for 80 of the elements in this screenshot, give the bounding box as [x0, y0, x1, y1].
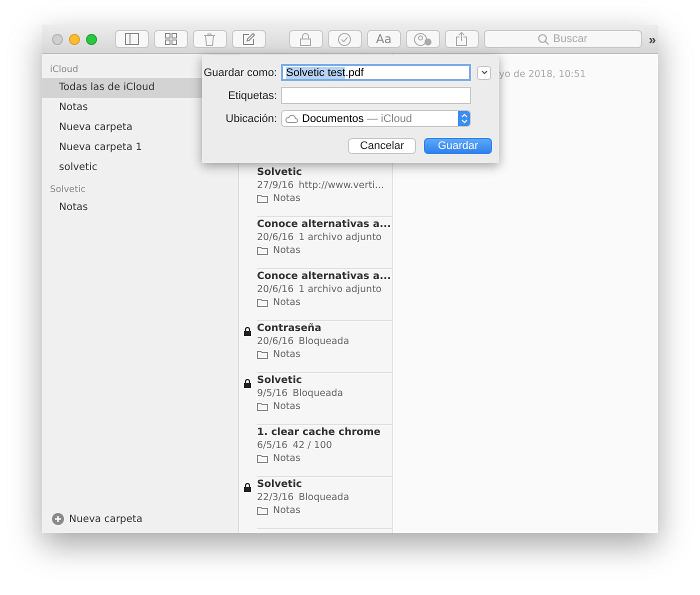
- note-item[interactable]: Solvetic 22/3/16 Bloqueada Notas: [257, 477, 392, 529]
- toolbar-button[interactable]: [154, 30, 188, 48]
- note-item[interactable]: Conoce alternativas a... 20/6/16 1 archivo adjunto Notas: [257, 269, 392, 321]
- folder-icon: [257, 454, 268, 462]
- note-preview: Bloqueada: [298, 336, 350, 347]
- add-people-icon: [414, 32, 432, 46]
- note-preview: 1 archivo adjunto: [298, 232, 382, 243]
- filename-field[interactable]: Solvetic test.pdf: [281, 64, 471, 81]
- note-date: 27/9/16: [257, 180, 294, 191]
- note-title: Conoce alternativas a...: [257, 271, 391, 282]
- chevron-down-icon: [480, 70, 488, 75]
- share-icon: [456, 32, 468, 46]
- section-heading: Solvetic: [49, 184, 87, 197]
- folder-item[interactable]: solvetic: [42, 158, 238, 178]
- toolbar-button[interactable]: [288, 30, 323, 48]
- note-date: 20/6/16: [257, 336, 294, 347]
- note-date: 9/5/16: [257, 388, 288, 399]
- search-icon: [538, 34, 550, 44]
- note-date: 22/3/16: [257, 492, 294, 503]
- toolbar-button[interactable]: [406, 30, 440, 48]
- note-preview: 42 / 100: [292, 440, 332, 451]
- note-date: 20/6/16: [257, 284, 294, 295]
- toolbar-button[interactable]: [232, 30, 266, 48]
- note-date: yo de 2018, 10:51: [499, 69, 586, 80]
- cancel-button[interactable]: Cancelar: [348, 138, 416, 154]
- trash-icon: [204, 32, 216, 46]
- checkmark-icon: [338, 32, 352, 46]
- location-dropdown[interactable]: Documentos — iCloud: [281, 110, 471, 127]
- folder-item[interactable]: Notas: [42, 198, 238, 218]
- note-folder: Notas: [273, 193, 300, 204]
- note-item[interactable]: Conoce alternativas a... 20/6/16 1 archivo adjunto Notas: [257, 217, 392, 269]
- cloud-icon: [285, 114, 298, 123]
- note-title: Solvetic: [257, 479, 302, 490]
- note-title: 1. clear cache chrome: [257, 427, 381, 438]
- plus-icon: [52, 513, 64, 525]
- note-title: Conoce alternativas a...: [257, 219, 391, 230]
- note-folder: Notas: [273, 297, 300, 308]
- tags-field[interactable]: [281, 87, 471, 104]
- compose-icon: [242, 32, 256, 46]
- field-label: Ubicación:: [224, 112, 277, 124]
- note-item[interactable]: 1. clear cache chrome 6/5/16 42 / 100 Notas: [257, 425, 392, 477]
- note-folder: Notas: [273, 401, 300, 412]
- note-folder: Notas: [273, 245, 300, 256]
- folder-icon: [257, 402, 268, 410]
- note-folder: Notas: [273, 453, 300, 464]
- search-placeholder: Buscar: [553, 33, 588, 45]
- new-folder-button[interactable]: Nueva carpeta: [42, 513, 238, 533]
- sidebar-icon: [124, 33, 139, 45]
- folder-icon: [257, 506, 268, 514]
- toolbar-button[interactable]: [328, 30, 362, 48]
- window-control-button[interactable]: [86, 34, 97, 44]
- folder-icon: [257, 298, 268, 306]
- note-title: Solvetic: [257, 167, 302, 178]
- note-date: 6/5/16: [257, 440, 288, 451]
- note-preview: Bloqueada: [298, 492, 350, 503]
- folder-icon: [257, 194, 268, 202]
- note-preview: Bloqueada: [292, 388, 344, 399]
- note-item[interactable]: Contraseña 20/6/16 Bloqueada Notas: [257, 321, 392, 373]
- toolbar-button[interactable]: [444, 30, 479, 48]
- toolbar-button[interactable]: [114, 30, 149, 48]
- note-title: Solvetic: [257, 375, 302, 386]
- expand-button[interactable]: [477, 66, 491, 80]
- window-control-button[interactable]: [69, 34, 80, 44]
- lock-icon: [300, 32, 312, 46]
- field-label: Guardar como:: [202, 66, 277, 78]
- note-item[interactable]: Solvetic 9/5/16 Bloqueada Notas: [257, 373, 392, 425]
- folder-icon: [257, 246, 268, 254]
- note-title: Contraseña: [257, 323, 322, 334]
- note-folder: Notas: [273, 349, 300, 360]
- note-folder: Notas: [273, 505, 300, 516]
- note-date: 20/6/16: [257, 232, 294, 243]
- toolbar-button[interactable]: [192, 30, 227, 48]
- note-preview: 1 archivo adjunto: [298, 284, 382, 295]
- overflow-button[interactable]: »: [646, 32, 658, 46]
- stepper-icon: [458, 111, 470, 126]
- folder-icon: [257, 350, 268, 358]
- note-preview: http://www.verti...: [298, 180, 384, 191]
- grid-icon: [164, 33, 177, 45]
- section-heading: iCloud: [49, 64, 80, 77]
- note-item[interactable]: Solvetic 27/9/16 http://www.verti... Notas: [257, 165, 392, 217]
